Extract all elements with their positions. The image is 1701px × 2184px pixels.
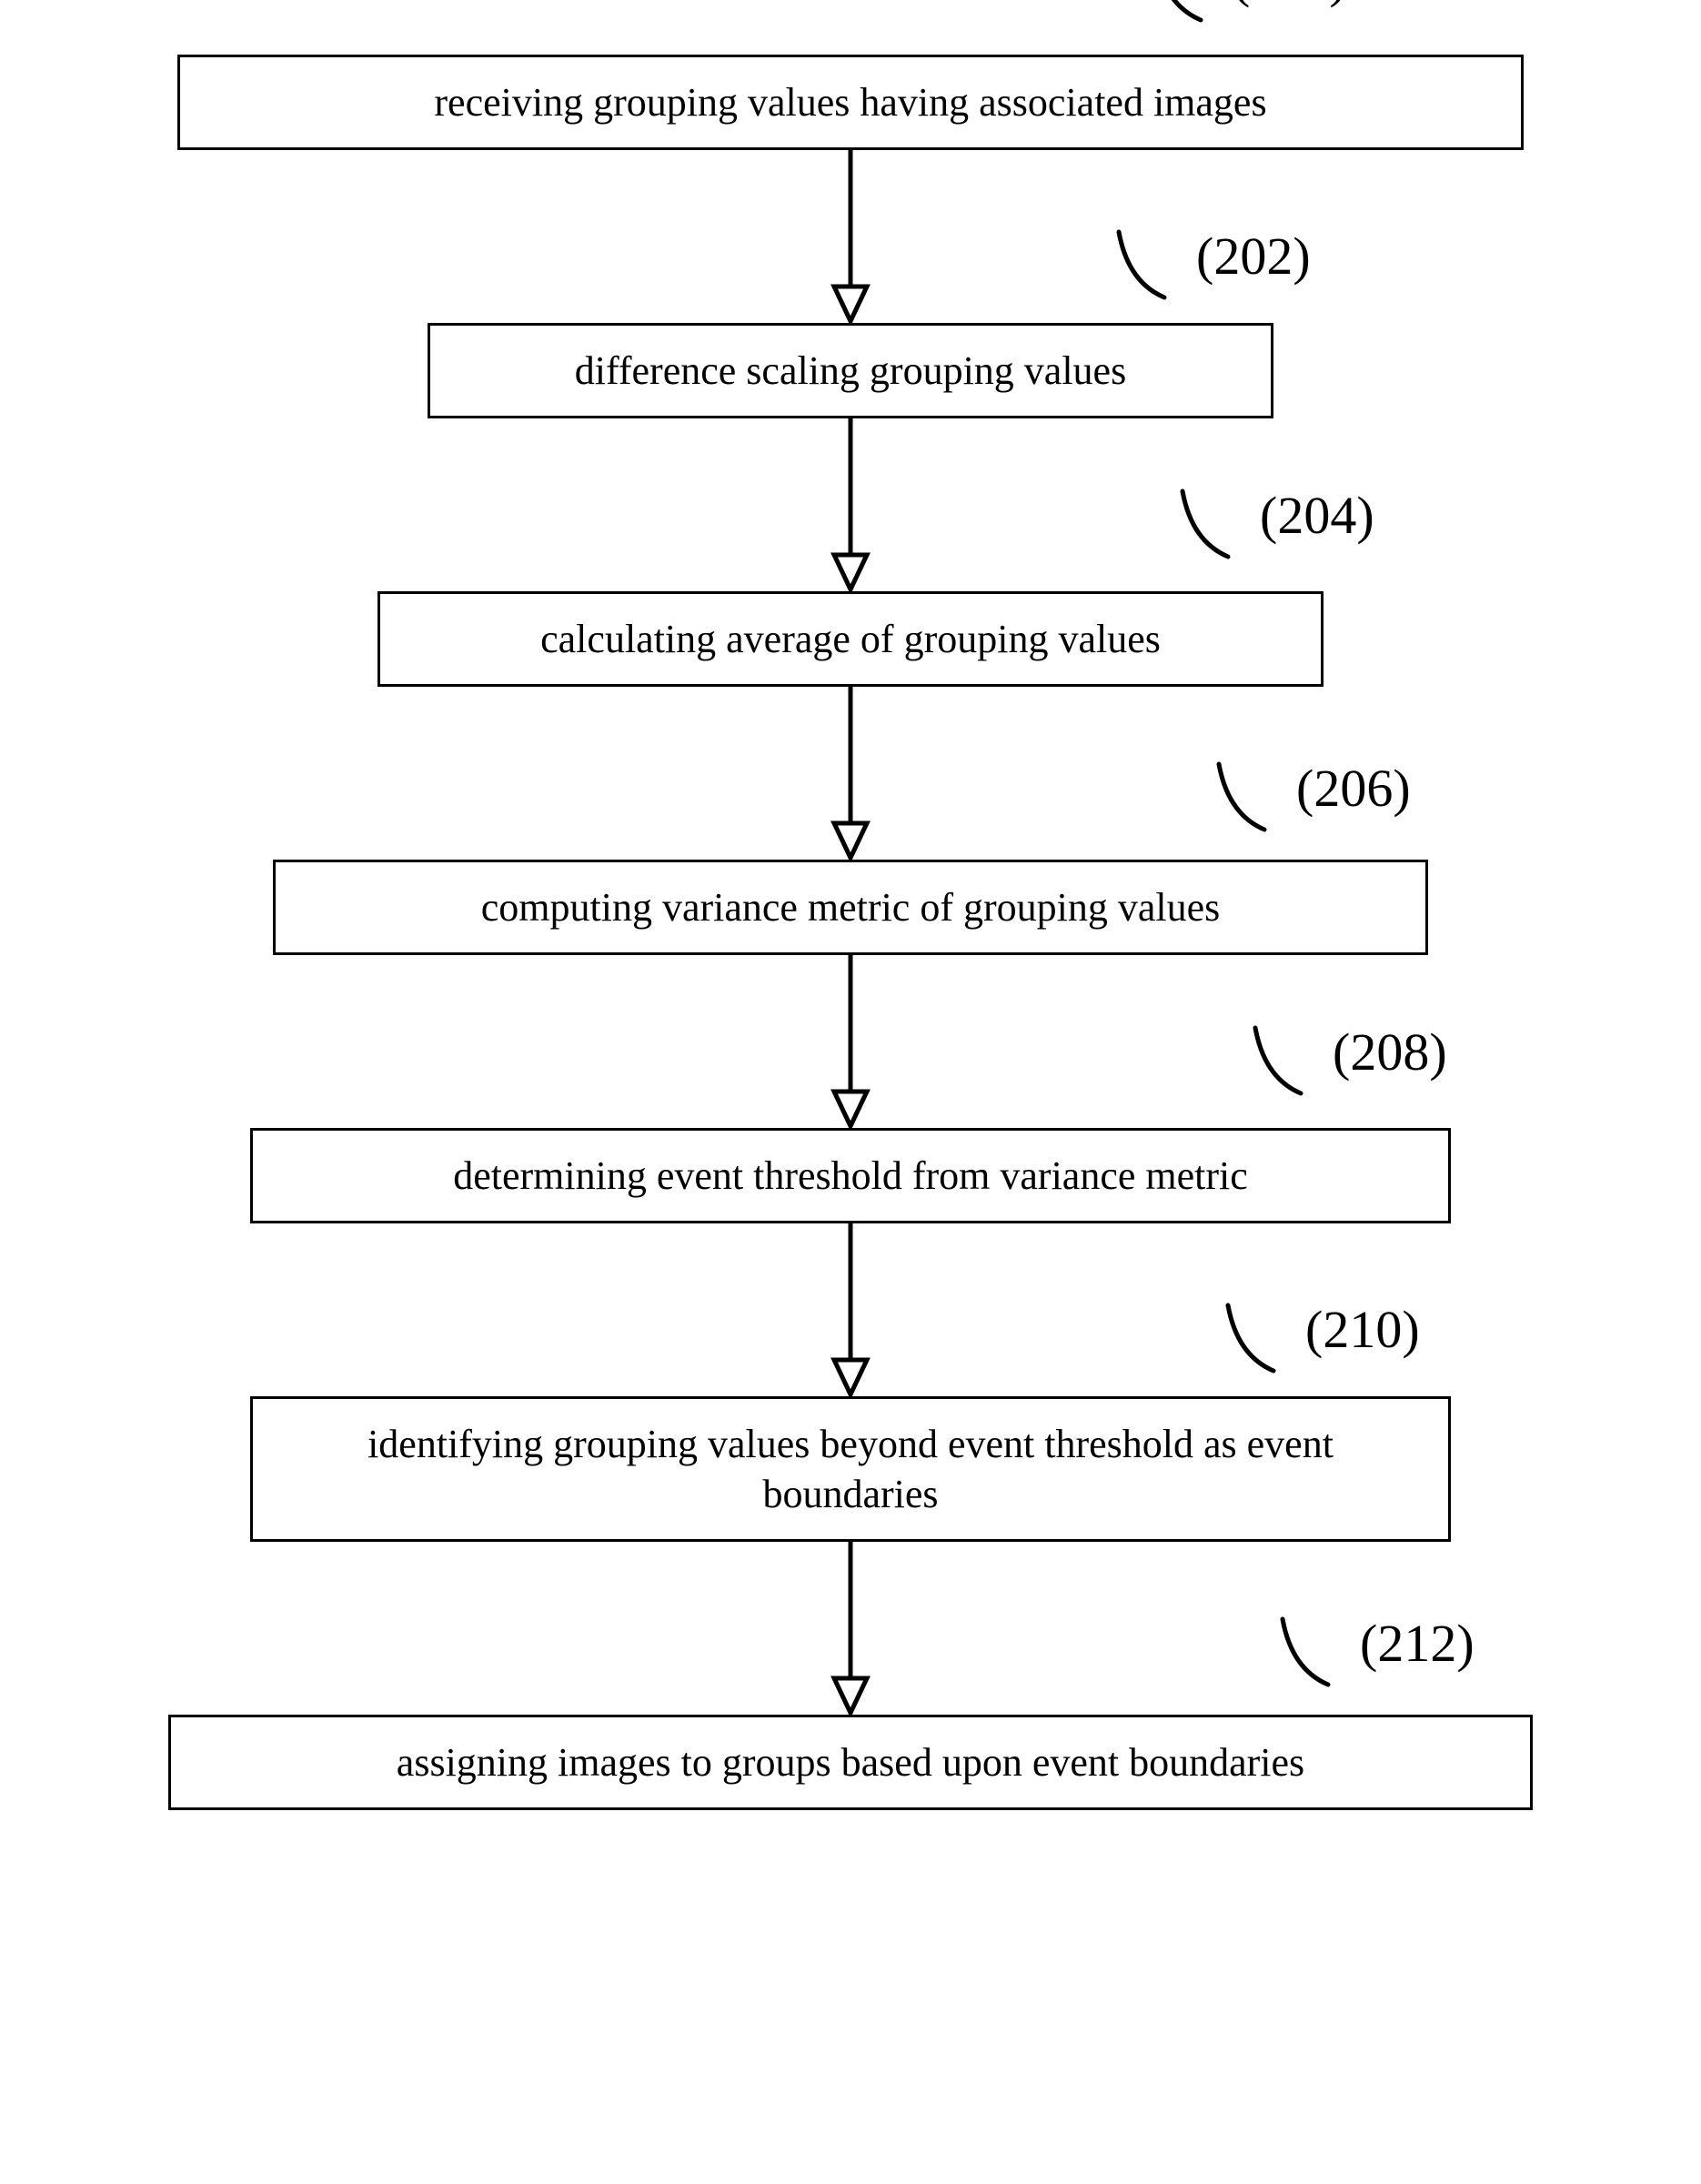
ref-label-202: (202): [1114, 223, 1311, 305]
leader-curve-icon: [1178, 482, 1260, 564]
down-arrow-icon: [823, 150, 878, 323]
step-row-210: identifying grouping values beyond event…: [168, 1396, 1533, 1542]
leader-curve-icon: [1223, 1296, 1305, 1378]
ref-text: (202): [1196, 226, 1311, 287]
ref-text: (200): [1233, 0, 1347, 9]
ref-text: (204): [1260, 485, 1374, 546]
step-box-204: calculating average of grouping values: [377, 591, 1324, 687]
ref-text: (212): [1360, 1613, 1475, 1674]
arrow-204-206: [823, 687, 878, 860]
step-row-200: receiving grouping values having associa…: [168, 55, 1533, 150]
down-arrow-icon: [823, 955, 878, 1128]
ref-label-208: (208): [1251, 1019, 1447, 1101]
ref-label-210: (210): [1223, 1296, 1420, 1378]
leader-curve-icon: [1278, 1610, 1360, 1692]
ref-text: (210): [1305, 1299, 1420, 1360]
leader-curve-icon: [1114, 223, 1196, 305]
ref-label-204: (204): [1178, 482, 1374, 564]
down-arrow-icon: [823, 1542, 878, 1715]
ref-label-200: (200): [1151, 0, 1347, 27]
leader-curve-icon: [1214, 755, 1296, 837]
step-row-204: calculating average of grouping values (…: [168, 591, 1533, 687]
down-arrow-icon: [823, 418, 878, 591]
arrow-210-212: [823, 1542, 878, 1715]
arrow-202-204: [823, 418, 878, 591]
step-box-200: receiving grouping values having associa…: [177, 55, 1524, 150]
ref-label-212: (212): [1278, 1610, 1475, 1692]
ref-label-206: (206): [1214, 755, 1411, 837]
step-box-212: assigning images to groups based upon ev…: [168, 1715, 1533, 1810]
step-box-206: computing variance metric of grouping va…: [273, 860, 1428, 955]
ref-text: (206): [1296, 758, 1411, 819]
arrow-200-202: [823, 150, 878, 323]
down-arrow-icon: [823, 687, 878, 860]
step-row-202: difference scaling grouping values (202): [168, 323, 1533, 418]
step-box-208: determining event threshold from varianc…: [250, 1128, 1451, 1223]
leader-curve-icon: [1151, 0, 1233, 27]
step-box-202: difference scaling grouping values: [428, 323, 1273, 418]
arrow-206-208: [823, 955, 878, 1128]
leader-curve-icon: [1251, 1019, 1333, 1101]
step-row-208: determining event threshold from varianc…: [168, 1128, 1533, 1223]
step-row-206: computing variance metric of grouping va…: [168, 860, 1533, 955]
down-arrow-icon: [823, 1223, 878, 1396]
step-row-212: assigning images to groups based upon ev…: [168, 1715, 1533, 1810]
step-box-210: identifying grouping values beyond event…: [250, 1396, 1451, 1542]
ref-text: (208): [1333, 1022, 1447, 1082]
arrow-208-210: [823, 1223, 878, 1396]
flowchart-container: receiving grouping values having associa…: [168, 55, 1533, 1810]
